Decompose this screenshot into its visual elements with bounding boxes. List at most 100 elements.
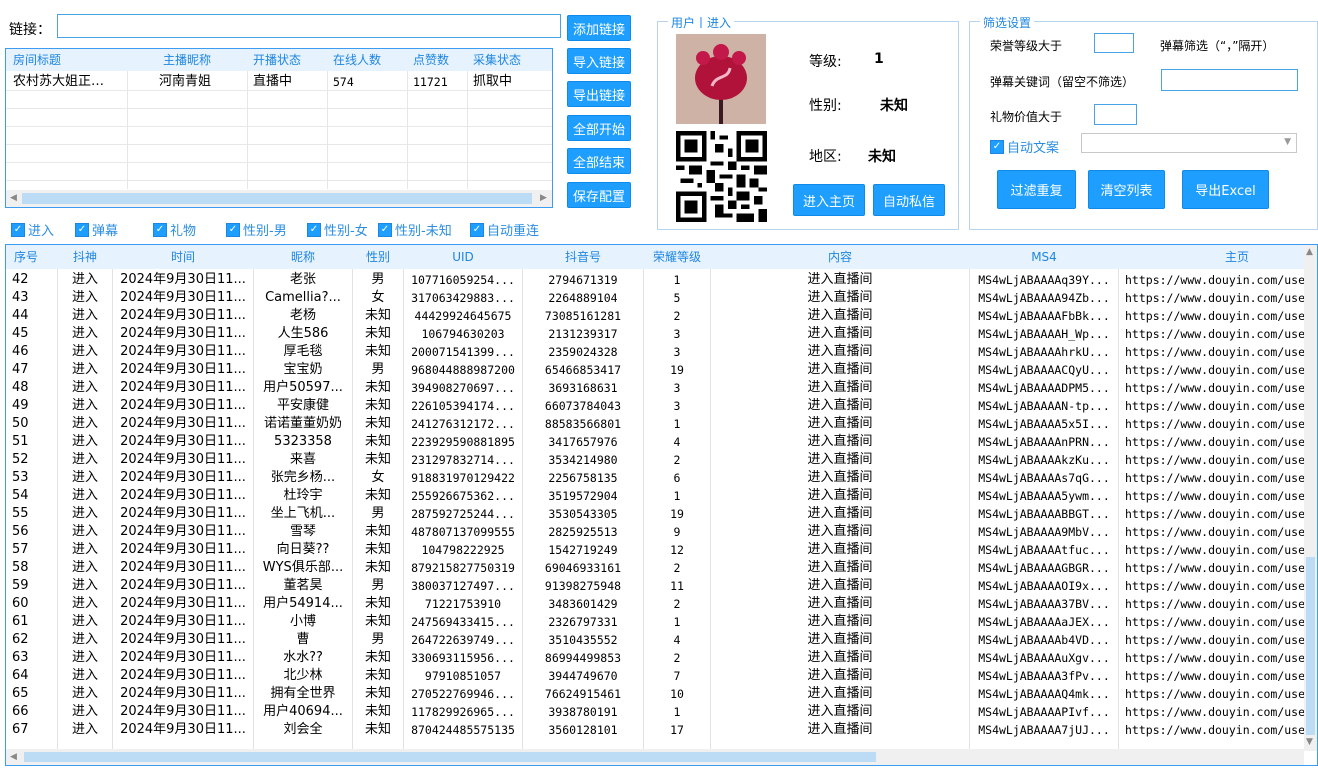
header-content[interactable]: 内容 [711,245,969,269]
start-all-button[interactable]: 全部开始 [567,115,631,141]
scroll-thumb[interactable] [22,193,532,204]
scroll-up-icon[interactable]: ▲ [1306,247,1313,257]
cell-uid: 71221753910 [424,597,502,611]
header-time[interactable]: 时间 [113,245,253,269]
check-icon: ✓ [470,222,484,237]
cell-content: 进入直播间 [807,326,873,341]
main-table-header: 序号 抖神 时间 昵称 性别 UID 抖音号 荣耀等级 内容 MS4 主页 [6,245,1317,269]
checkbox-auto-reconnect[interactable]: ✓ 自动重连 [470,220,539,239]
checkbox-gender-female[interactable]: ✓ 性别-女 [307,220,368,239]
table-row[interactable]: 63 进入 2024年9月30日11... 水水?? 未知 330693115956...… [6,649,1306,667]
scroll-left-icon[interactable]: ◀ [10,752,17,762]
cell-nickname: 董茗昊 [283,578,323,593]
room-table-hscrollbar[interactable]: ◀ ▶ [6,190,552,207]
cell-homepage: https://www.douyin.com/use [1125,525,1304,539]
table-row[interactable]: 46 进入 2024年9月30日11... 厚毛毯 未知 200071541399... 2… [6,343,1306,361]
table-row[interactable]: 55 进入 2024年9月30日11... 坐上飞机... 男 287592725244.… [6,505,1306,523]
room-header-online[interactable]: 在线人数 [333,49,381,71]
header-honor-level[interactable]: 荣耀等级 [644,245,710,269]
table-row[interactable]: 60 进入 2024年9月30日11... 用户54914... 未知 712217539… [6,595,1306,613]
checkbox-gift[interactable]: ✓ 礼物 [153,220,196,239]
room-header-likes[interactable]: 点赞数 [413,49,449,71]
cell-type: 进入 [71,596,98,611]
table-row[interactable]: 54 进入 2024年9月30日11... 杜玲宇 未知 255926675362... 3… [6,487,1306,505]
cell-index: 62 [12,632,29,647]
stop-all-button[interactable]: 全部结束 [567,148,631,174]
table-row[interactable]: 59 进入 2024年9月30日11... 董茗昊 男 380037127497... 91… [6,577,1306,595]
header-ms4[interactable]: MS4 [970,245,1118,269]
cell-index: 42 [12,272,29,287]
table-row[interactable]: 49 进入 2024年9月30日11... 平安康健 未知 226105394174...… [6,397,1306,415]
link-label: 链接： [9,22,51,38]
scroll-thumb[interactable] [1306,557,1315,735]
table-row[interactable]: 47 进入 2024年9月30日11... 宝宝奶 男 968044888987200 65… [6,361,1306,379]
table-row[interactable]: 66 进入 2024年9月30日11... 用户40694... 未知 117829926… [6,703,1306,721]
cell-ms4: MS4wLjABAAAAOI9x... [978,579,1110,593]
table-row[interactable]: 45 进入 2024年9月30日11... 人生586 未知 106794630203 21… [6,325,1306,343]
main-table-hscrollbar[interactable]: ◀ [6,749,1304,765]
header-uid[interactable]: UID [404,245,522,269]
auto-text-select[interactable]: ▼ [1081,133,1297,153]
save-config-button[interactable]: 保存配置 [567,182,631,208]
honor-level-input[interactable] [1094,33,1134,53]
table-row[interactable]: 52 进入 2024年9月30日11... 来喜 未知 231297832714... 35… [6,451,1306,469]
header-nickname[interactable]: 昵称 [254,245,352,269]
gift-value-input[interactable] [1094,104,1137,125]
table-row[interactable]: 43 进入 2024年9月30日11... Camellia?... 女 31706342… [6,289,1306,307]
cell-honor-level: 1 [673,615,681,629]
cell-homepage: https://www.douyin.com/use [1125,471,1304,485]
table-row[interactable]: 61 进入 2024年9月30日11... 小博 未知 247569433415... 23… [6,613,1306,631]
table-row[interactable]: 56 进入 2024年9月30日11... 雪琴 未知 487807137099555 28… [6,523,1306,541]
table-row[interactable]: 53 进入 2024年9月30日11... 张完乡杨... 女 9188319701294… [6,469,1306,487]
cell-nickname: 老张 [289,272,316,287]
table-row[interactable]: 67 进入 2024年9月30日11... 刘会全 未知 870424485575135 3… [6,721,1306,739]
header-type[interactable]: 抖神 [58,245,112,269]
room-header-collect[interactable]: 采集状态 [473,49,521,71]
filter-dup-button[interactable]: 过滤重复 [997,170,1076,209]
main-table-vscrollbar[interactable]: ▲ ▼ [1304,245,1317,751]
export-link-button[interactable]: 导出链接 [567,81,631,107]
table-row[interactable]: 51 进入 2024年9月30日11... 5323358 未知 223929590881… [6,433,1306,451]
main-table[interactable]: 序号 抖神 时间 昵称 性别 UID 抖音号 荣耀等级 内容 MS4 主页 42… [5,244,1318,766]
table-row[interactable]: 58 进入 2024年9月30日11... WYS俱乐部... 未知 8792158277… [6,559,1306,577]
link-input[interactable] [57,14,561,38]
table-row[interactable]: 57 进入 2024年9月30日11... 向日葵?? 未知 104798222925 15… [6,541,1306,559]
chevron-down-icon[interactable]: ▼ [1284,137,1291,147]
table-row[interactable]: 48 进入 2024年9月30日11... 用户50597... 未知 394908270… [6,379,1306,397]
export-excel-button[interactable]: 导出Excel [1182,170,1269,209]
cell-ms4: MS4wLjABAAAAkzKu... [978,453,1110,467]
checkbox-enter[interactable]: ✓ 进入 [11,220,54,239]
table-row[interactable]: 62 进入 2024年9月30日11... 曹 男 264722639749... 3510… [6,631,1306,649]
header-homepage[interactable]: 主页 [1119,245,1317,269]
checkbox-gender-male[interactable]: ✓ 性别-男 [226,220,287,239]
import-link-button[interactable]: 导入链接 [567,48,631,74]
header-index[interactable]: 序号 [6,245,46,269]
header-douyin-id[interactable]: 抖音号 [523,245,643,269]
table-row[interactable]: 42 进入 2024年9月30日11... 老张 男 10771605925​4... 27… [6,271,1306,289]
table-row[interactable]: 50 进入 2024年9月30日11... 诺诺董董奶奶 未知 241276312172.… [6,415,1306,433]
room-header-status[interactable]: 开播状态 [253,49,301,71]
add-link-button[interactable]: 添加链接 [567,15,631,41]
scroll-left-icon[interactable]: ◀ [10,193,17,203]
table-row[interactable]: 农村苏大姐正… 河南青姐 直播中 574 11721 抓取中 [6,73,552,91]
room-header-title[interactable]: 房间标题 [13,49,61,71]
header-gender[interactable]: 性别 [353,245,403,269]
table-row[interactable]: 44 进入 2024年9月30日11... 老杨 未知 44429924645675 730… [6,307,1306,325]
scroll-thumb[interactable] [24,752,876,762]
checkbox-gender-unknown[interactable]: ✓ 性别-未知 [378,220,452,239]
auto-dm-button[interactable]: 自动私信 [873,184,945,216]
cell-uid: 487807137099555 [411,525,515,539]
scroll-down-icon[interactable]: ▼ [1306,737,1313,747]
table-row[interactable]: 64 进入 2024年9月30日11... 北少林 未知 97910851057 39447… [6,667,1306,685]
scroll-right-icon[interactable]: ▶ [540,193,547,203]
checkbox-auto-text[interactable]: ✓ 自动文案 [990,137,1059,156]
room-table[interactable]: 房间标题 主播昵称 开播状态 在线人数 点赞数 采集状态 农村苏大姐正… 河南青… [5,48,553,208]
cell-uid: 106794630203 [421,327,505,341]
cell-time: 2024年9月30日11... [120,290,246,305]
room-header-nickname[interactable]: 主播昵称 [163,49,211,71]
danmu-keyword-input[interactable] [1161,69,1298,91]
table-row[interactable]: 65 进入 2024年9月30日11... 拥有全世界 未知 270522769946..… [6,685,1306,703]
checkbox-danmu[interactable]: ✓ 弹幕 [75,220,118,239]
enter-home-button[interactable]: 进入主页 [793,184,865,216]
clear-list-button[interactable]: 清空列表 [1088,170,1165,209]
